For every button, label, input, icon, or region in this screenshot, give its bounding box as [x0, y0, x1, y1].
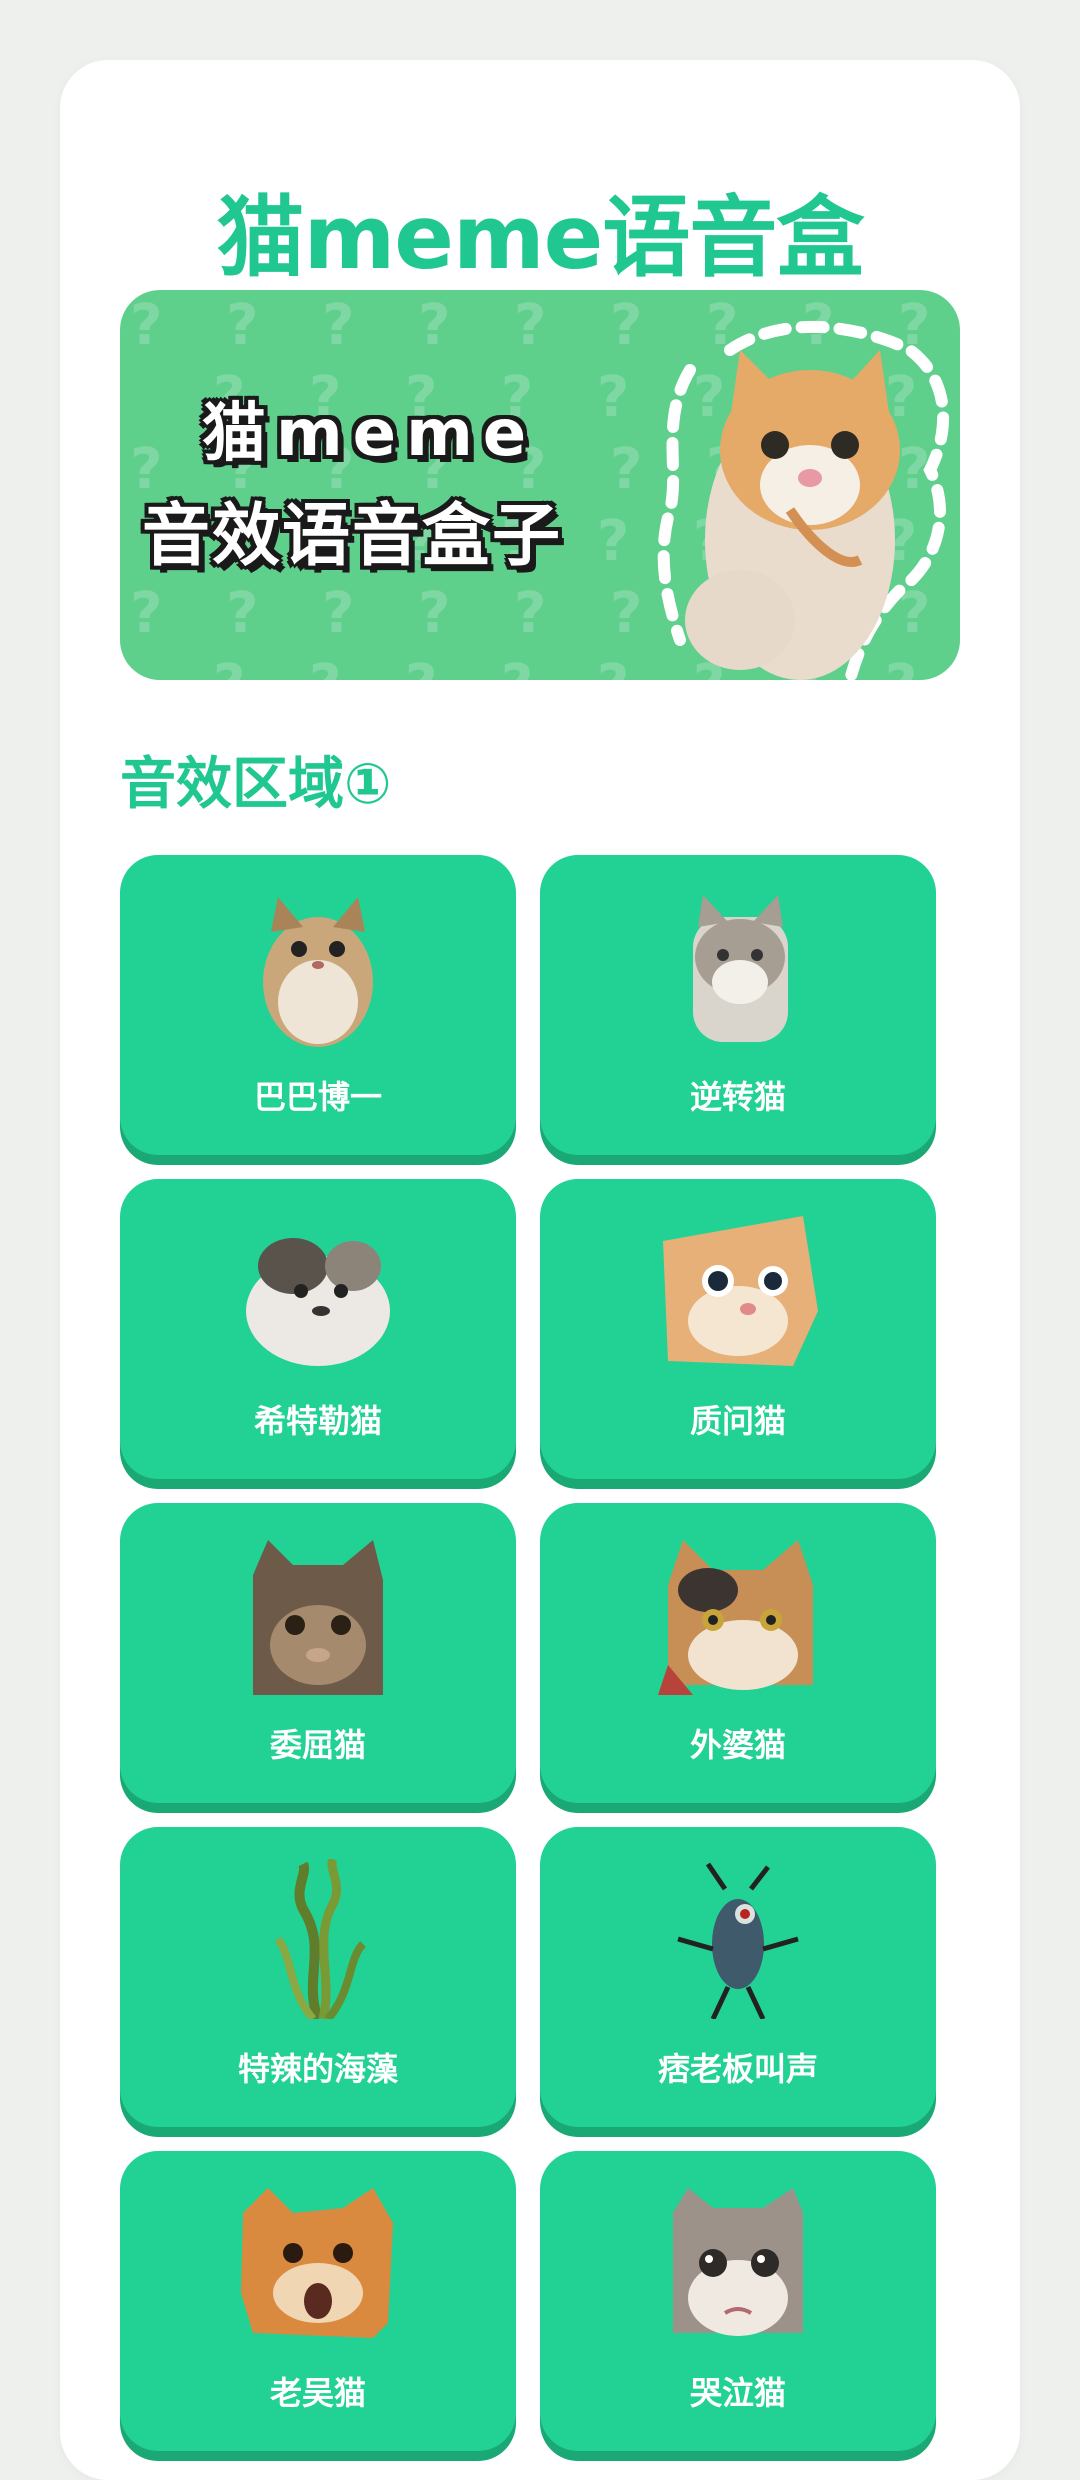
banner-cat-image — [657, 320, 950, 680]
orange-questioning-cat-icon — [663, 1216, 818, 1366]
sound-tile-label: 外婆猫 — [689, 1726, 786, 1764]
sound-tile-label: 老吴猫 — [269, 2374, 366, 2412]
calico-cat-icon — [658, 1540, 813, 1695]
sound-tile[interactable]: 巴巴博一 — [120, 855, 516, 1155]
sound-tile-label: 委屈猫 — [269, 1726, 366, 1764]
sound-tile[interactable]: 痞老板叫声 — [540, 1827, 936, 2127]
app-title: 猫meme语音盒 — [216, 186, 865, 289]
sound-tile[interactable]: 希特勒猫 — [120, 1179, 516, 1479]
sound-tile[interactable]: 外婆猫 — [540, 1503, 936, 1803]
banner-title-line1: 猫meme — [202, 397, 537, 471]
sound-tile[interactable]: 老吴猫 — [120, 2151, 516, 2451]
round-tabby-cat-icon — [263, 897, 373, 1047]
grey-white-cat-icon — [693, 895, 788, 1042]
sound-tile-label: 巴巴博一 — [253, 1078, 382, 1116]
sound-tile[interactable]: 委屈猫 — [120, 1503, 516, 1803]
sound-tile[interactable]: 特辣的海藻 — [120, 1827, 516, 2127]
sound-tile[interactable]: 哭泣猫 — [540, 2151, 936, 2451]
banner-title-line2: 音效语音盒子 — [142, 497, 563, 576]
sound-tile-label: 希特勒猫 — [253, 1402, 382, 1440]
sound-tile-label: 痞老板叫声 — [657, 2050, 818, 2088]
sound-tile-label: 逆转猫 — [689, 1078, 786, 1116]
plankton-character-icon — [677, 1862, 799, 2019]
white-grey-cat-icon — [246, 1238, 390, 1366]
sound-tile-label: 特辣的海藻 — [237, 2050, 398, 2088]
sound-tile-label: 质问猫 — [689, 1402, 786, 1440]
main-card: 猫meme语音盒 ? ? ? ? ? ? ? ? ? ? ? ? ? ? ? ?… — [60, 60, 1020, 2480]
section-title: 音效区域① — [120, 752, 392, 817]
sound-tile-label: 哭泣猫 — [689, 2374, 786, 2412]
seaweed-icon — [274, 1859, 367, 2019]
sound-tile[interactable]: 质问猫 — [540, 1179, 936, 1479]
orange-yelling-cat-icon — [241, 2188, 393, 2338]
banner: ? ? ? ? ? ? ? ? ? ? ? ? ? ? ? ? ? ? ? ? … — [120, 290, 960, 680]
crying-cat-icon — [673, 2188, 803, 2336]
sad-tabby-cat-icon — [253, 1540, 383, 1695]
sound-tile[interactable]: 逆转猫 — [540, 855, 936, 1155]
